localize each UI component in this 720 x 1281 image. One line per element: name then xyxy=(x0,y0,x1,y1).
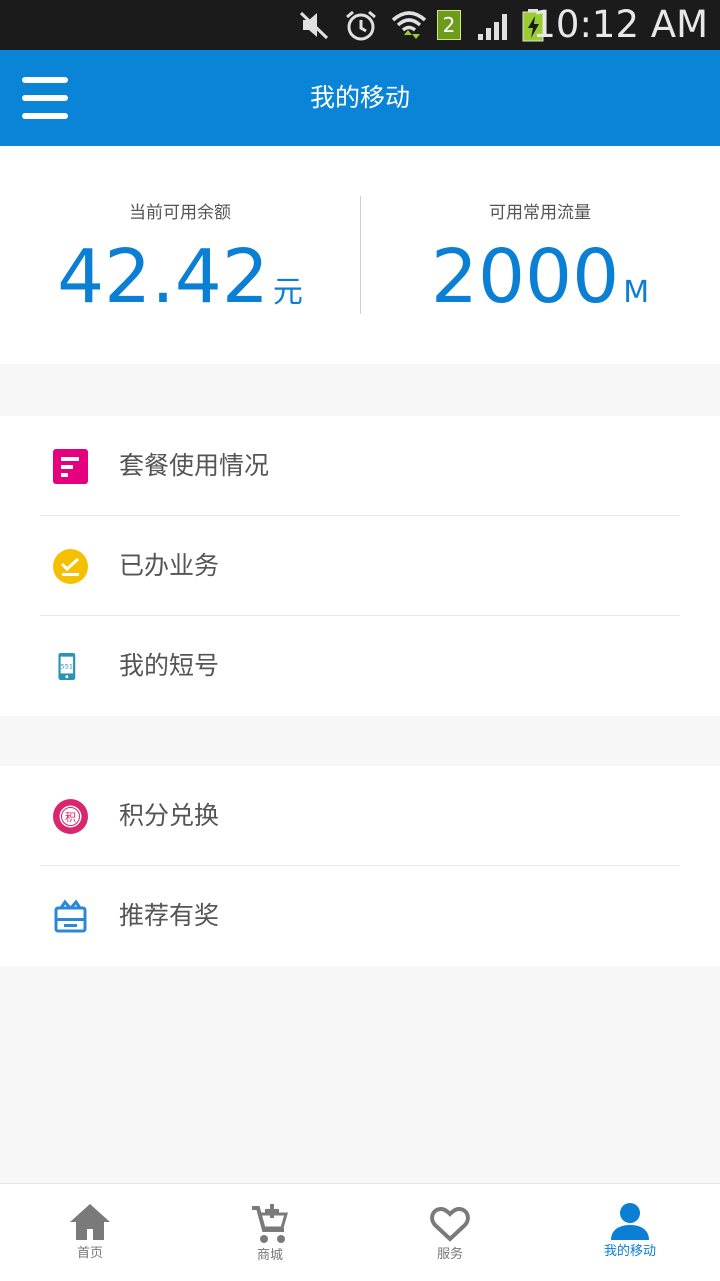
tab-label: 商城 xyxy=(256,1248,283,1263)
status-bar: 2 10:12 AM xyxy=(0,0,720,50)
menu-item-label: 已办业务 xyxy=(119,551,220,580)
data-panel[interactable]: 可用常用流量 2000 M xyxy=(360,146,720,364)
data-label: 可用常用流量 xyxy=(489,203,591,223)
balance-panel[interactable]: 当前可用余额 42.42 元 xyxy=(0,146,360,364)
tab-my-mobile[interactable]: 我的移动 xyxy=(540,1184,720,1281)
menu-item-label: 我的短号 xyxy=(119,651,220,680)
app-bar: 我的移动 xyxy=(0,50,720,146)
points-exchange-icon: 积 xyxy=(53,799,88,834)
menu-item-label: 积分兑换 xyxy=(119,801,220,830)
user-icon xyxy=(611,1203,649,1240)
home-icon xyxy=(70,1204,110,1240)
completed-business-icon xyxy=(53,549,88,584)
wifi-icon xyxy=(391,11,427,39)
clock: 10:12 AM xyxy=(532,3,708,46)
alarm-icon xyxy=(346,10,376,41)
data-unit: M xyxy=(623,275,650,310)
svg-text:551: 551 xyxy=(61,662,74,670)
account-summary: 当前可用余额 42.42 元 可用常用流量 2000 M xyxy=(0,146,720,364)
menu-item-short-number[interactable]: 551 我的短号 xyxy=(0,616,720,716)
bottom-nav: 首页 商城 服务 我的移动 xyxy=(0,1183,720,1281)
signal-icon xyxy=(478,14,507,40)
svg-text:积: 积 xyxy=(65,811,76,824)
balance-amount: 42.42 xyxy=(57,234,269,320)
tab-label: 我的移动 xyxy=(603,1244,656,1259)
tab-mall[interactable]: 商城 xyxy=(180,1184,360,1281)
mute-icon xyxy=(299,11,329,40)
package-usage-icon xyxy=(53,449,88,484)
data-value: 2000 M xyxy=(360,234,720,320)
menu-group-account: 套餐使用情况 已办业务 551 我的短号 xyxy=(0,416,720,716)
menu-group-rewards: 积 积分兑换 推荐有奖 xyxy=(0,766,720,966)
balance-value: 42.42 元 xyxy=(0,234,360,320)
balance-label: 当前可用余额 xyxy=(129,203,231,223)
cart-icon xyxy=(252,1204,288,1243)
tab-label: 首页 xyxy=(76,1246,103,1261)
tab-home[interactable]: 首页 xyxy=(0,1184,180,1281)
tab-service[interactable]: 服务 xyxy=(360,1184,540,1281)
data-amount: 2000 xyxy=(430,234,620,320)
sim-badge: 2 xyxy=(437,10,461,40)
menu-item-referral-reward[interactable]: 推荐有奖 xyxy=(0,866,720,966)
menu-item-package-usage[interactable]: 套餐使用情况 xyxy=(0,416,720,516)
heart-icon xyxy=(430,1206,470,1242)
menu-item-points-exchange[interactable]: 积 积分兑换 xyxy=(0,766,720,866)
page-title: 我的移动 xyxy=(309,83,410,112)
menu-item-label: 推荐有奖 xyxy=(119,901,220,930)
tab-label: 服务 xyxy=(436,1247,463,1262)
menu-item-label: 套餐使用情况 xyxy=(119,451,270,480)
menu-item-completed-business[interactable]: 已办业务 xyxy=(0,516,720,616)
referral-reward-icon xyxy=(54,899,87,933)
balance-unit: 元 xyxy=(272,275,303,310)
short-number-phone-icon: 551 xyxy=(58,653,76,680)
